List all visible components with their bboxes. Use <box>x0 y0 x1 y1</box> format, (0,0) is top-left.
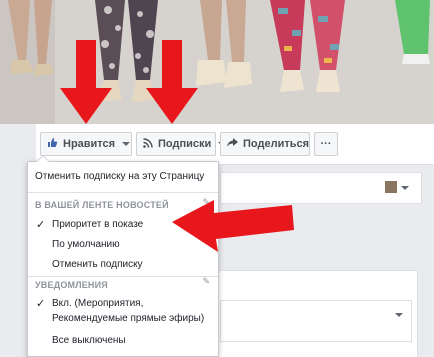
annotation-arrows <box>60 40 294 252</box>
facebook-page-stage: Нравится Подписки Поделиться ··· Отменит… <box>0 0 434 357</box>
arrow-down-right <box>146 40 198 124</box>
arrow-down-left <box>60 40 112 124</box>
arrow-left <box>172 200 294 252</box>
